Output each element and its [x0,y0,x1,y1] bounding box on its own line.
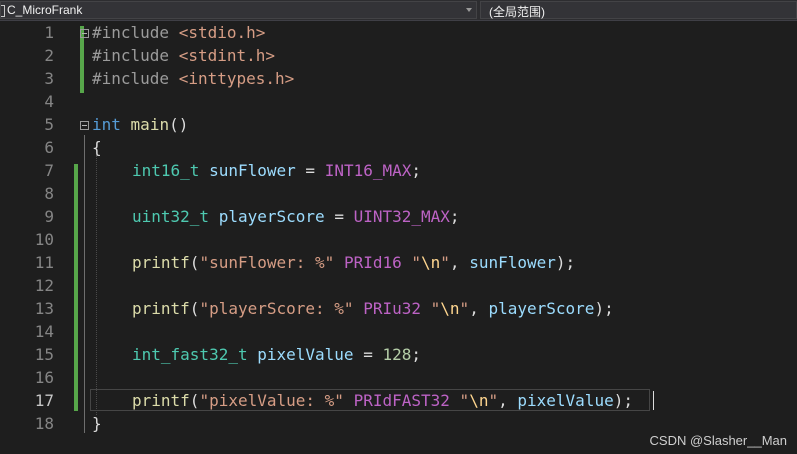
code-line: 15 int_fast32_t pixelValue = 128; [0,343,797,366]
line-number: 11 [34,253,54,272]
text-cursor [653,391,654,410]
line-code: int16_t sunFlower = INT16_MAX; [132,161,422,180]
line-number: 9 [44,207,54,226]
line-number: 6 [44,138,54,157]
line-code: printf("pixelValue: %" PRIdFAST32 "\n", … [132,391,633,410]
line-number: 18 [34,414,54,433]
scope-dropdown[interactable]: (全局范围) [480,1,797,19]
code-line: 8 [0,182,797,205]
line-number: 14 [34,322,54,341]
line-number: 13 [34,299,54,318]
code-line: 9 uint32_t playerScore = UINT32_MAX; [0,205,797,228]
line-number: 10 [34,230,54,249]
line-code: int main() [92,115,189,134]
code-line: 13 printf("playerScore: %" PRIu32 "\n", … [0,297,797,320]
code-line: 14 [0,320,797,343]
line-number: 17 [34,391,54,410]
line-number: 12 [34,276,54,295]
line-code: uint32_t playerScore = UINT32_MAX; [132,207,460,226]
code-line: 3 #include <inttypes.h> [0,67,797,90]
code-line-current: 17 printf("pixelValue: %" PRIdFAST32 "\n… [0,389,797,412]
code-editor[interactable]: 1 #include <stdio.h> 2 #include <stdint.… [0,21,797,454]
line-number: 3 [44,69,54,88]
code-line: 6 { [0,136,797,159]
code-line: 12 [0,274,797,297]
code-line: 16 [0,366,797,389]
project-label: C_MicroFrank [7,3,83,17]
line-number: 5 [44,115,54,134]
line-number: 2 [44,46,54,65]
line-number: 4 [44,92,54,111]
code-line: 4 [0,90,797,113]
line-number: 7 [44,161,54,180]
scope-label: (全局范围) [489,5,545,19]
line-number: 1 [44,23,54,42]
line-code: { [92,138,102,157]
line-code: printf("playerScore: %" PRIu32 "\n", pla… [132,299,614,318]
project-dropdown[interactable]: C_MicroFrank [0,1,477,19]
code-line: 10 [0,228,797,251]
code-line: 7 int16_t sunFlower = INT16_MAX; [0,159,797,182]
code-line: 1 #include <stdio.h> [0,21,797,44]
line-code: printf("sunFlower: %" PRId16 "\n", sunFl… [132,253,576,272]
code-line: 2 #include <stdint.h> [0,44,797,67]
line-number: 16 [34,368,54,387]
watermark: CSDN @Slasher__Man [649,433,787,448]
navigation-bar: C_MicroFrank (全局范围) [0,0,797,21]
code-line: 11 printf("sunFlower: %" PRId16 "\n", su… [0,251,797,274]
code-line: 5 int main() [0,113,797,136]
project-icon [1,5,5,17]
chevron-down-icon [466,8,472,12]
line-code: } [92,414,102,433]
line-code: int_fast32_t pixelValue = 128; [132,345,422,364]
line-code: #include <inttypes.h> [92,69,295,88]
line-code: #include <stdio.h> [92,23,266,42]
code-line: 18 } [0,412,797,435]
line-code: #include <stdint.h> [92,46,276,65]
line-number: 8 [44,184,54,203]
line-number: 15 [34,345,54,364]
